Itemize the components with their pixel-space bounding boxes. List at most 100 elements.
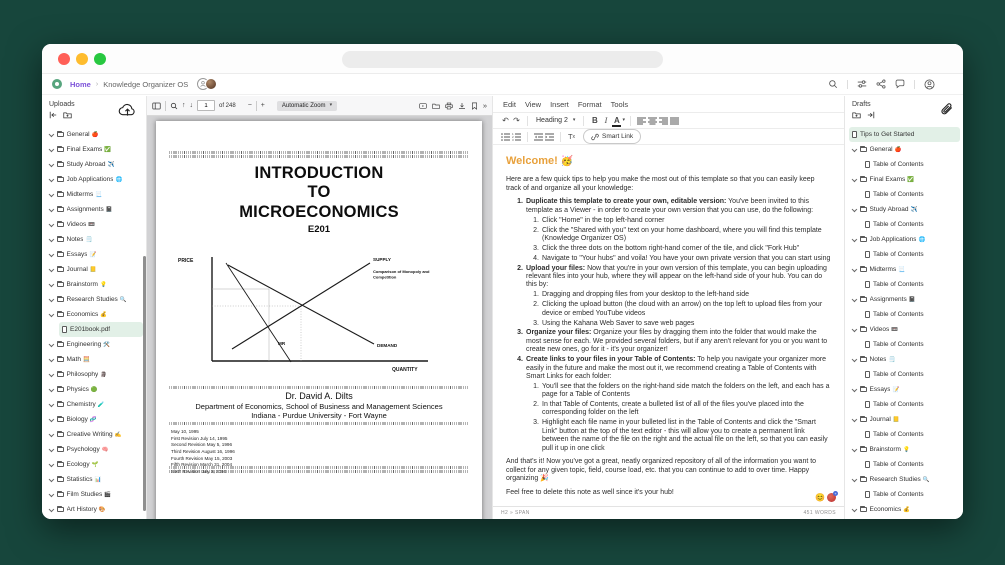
chevron-down-icon[interactable] [851,506,857,512]
menu-item[interactable]: Insert [550,100,569,109]
drafts-tree-item[interactable]: Brainstorm 💡 [849,442,960,457]
pdf-print-icon[interactable] [445,102,453,110]
chevron-down-icon[interactable] [48,341,54,347]
chevron-down-icon[interactable] [851,296,857,302]
comment-icon[interactable] [895,79,905,89]
pdf-more-tools-icon[interactable]: » [483,102,487,110]
pdf-stage[interactable]: INTRODUCTION TO MICROECONOMICS E201 PRIC… [147,116,492,519]
doc-block[interactable]: Feel free to delete this note as well si… [506,489,831,497]
avatar[interactable] [205,78,218,90]
pdf-zoom-in-icon[interactable]: + [261,102,265,109]
chevron-down-icon[interactable] [48,401,54,407]
pdf-page-input[interactable] [197,100,215,111]
doc-block[interactable]: 4. Create links to your files in your Ta… [506,356,831,381]
pdf-bookmark-icon[interactable] [471,102,478,110]
collapse-right-icon[interactable] [867,111,875,119]
uploads-tree-item[interactable]: Physics 🟢 [46,382,143,397]
uploads-tree-item[interactable]: Creative Writing ✍️ [46,427,143,442]
doc-block[interactable]: 3. Click the three dots on the bottom ri… [506,245,831,253]
drafts-tree-item[interactable]: Midterms 📃 [849,262,960,277]
bullet-list-icon[interactable] [500,131,511,143]
uploads-tree-item[interactable]: Math 🧮 [46,352,143,367]
uploads-tree-item[interactable]: Midterms 📃 [46,187,143,202]
chevron-down-icon[interactable] [48,506,54,512]
chevron-down-icon[interactable] [48,416,54,422]
align-center-icon[interactable] [647,115,658,127]
doc-block[interactable]: 1. You'll see that the folders on the ri… [506,383,831,400]
share-icon[interactable] [876,79,886,89]
pdf-sidebar-toggle-icon[interactable] [152,102,161,110]
text-color-icon[interactable]: A [611,115,622,127]
uploads-tree-item[interactable]: Job Applications 🌐 [46,172,143,187]
drafts-tree-item[interactable]: Table of Contents [862,457,960,472]
paperclip-icon[interactable] [939,102,954,117]
collapse-left-icon[interactable] [49,111,57,119]
align-justify-icon[interactable] [669,115,680,127]
drafts-tree-item[interactable]: Table of Contents [862,307,960,322]
chevron-down-icon[interactable] [851,386,857,392]
uploads-tree-item[interactable]: Chemistry 🧪 [46,397,143,412]
chevron-down-icon[interactable] [48,206,54,212]
menu-item[interactable]: Edit [503,100,516,109]
uploads-tree-item[interactable]: Journal 📒 [46,262,143,277]
align-left-icon[interactable] [636,115,647,127]
doc-block[interactable]: 1. Dragging and dropping files from your… [506,291,831,299]
doc-block[interactable]: 3. Highlight each file name in your bull… [506,419,831,453]
chevron-down-icon[interactable] [851,146,857,152]
doc-block[interactable]: 2. In that Table of Contents, create a b… [506,401,831,418]
uploads-tree-item[interactable]: Philosophy 🗿 [46,367,143,382]
doc-block[interactable]: 2. Clicking the upload button (the cloud… [506,301,831,318]
chevron-down-icon[interactable] [851,416,857,422]
drafts-tree-item[interactable]: General 🍎 [849,142,960,157]
drafts-tree-item[interactable]: Table of Contents [862,157,960,172]
outdent-icon[interactable] [533,131,544,143]
breadcrumb-home-link[interactable]: Home [70,80,91,89]
sliders-icon[interactable] [857,79,867,89]
chevron-down-icon[interactable] [48,236,54,242]
drafts-tree-item[interactable]: Research Studies 🔍 [849,472,960,487]
undo-icon[interactable]: ↶ [500,115,511,127]
heading-style-select[interactable]: Heading 2 ▾ [533,117,578,124]
uploads-tree-item[interactable]: Statistics 📊 [46,472,143,487]
clear-formatting-icon[interactable]: Tx [566,131,577,143]
upload-cloud-icon[interactable] [118,102,137,117]
chevron-down-icon[interactable] [851,476,857,482]
chevron-down-icon[interactable] [48,446,54,452]
doc-block[interactable]: 4. Navigate to "Your hubs" and voila! Yo… [506,255,831,263]
drafts-tree-item[interactable]: Table of Contents [862,427,960,442]
drafts-tree-item[interactable]: Study Abroad ✈️ [849,202,960,217]
uploads-tree-item[interactable]: E201book.pdf [59,322,143,337]
drafts-tree-item[interactable]: Job Applications 🌐 [849,232,960,247]
document-body[interactable]: Welcome! 🥳 Here are a few quick tips to … [493,146,844,505]
address-bar[interactable] [342,51,663,68]
chevron-down-icon[interactable] [851,266,857,272]
uploads-scrollbar[interactable] [143,256,146,511]
drafts-tree-item[interactable]: Essays 📝 [849,382,960,397]
doc-block[interactable]: 1. Duplicate this template to create you… [506,198,831,215]
maximize-window-button[interactable] [94,53,106,65]
drafts-tree-item[interactable]: Table of Contents [862,487,960,502]
indent-icon[interactable] [544,131,555,143]
uploads-tree-item[interactable]: Final Exams ✅ [46,142,143,157]
chevron-down-icon[interactable] [48,146,54,152]
pdf-download-icon[interactable] [458,102,466,110]
uploads-tree-item[interactable]: Economics 💰 [46,307,143,322]
doc-block[interactable]: And that's it! Now you've got a great, n… [506,458,831,483]
uploads-tree-item[interactable]: General 🍎 [46,127,143,142]
chevron-down-icon[interactable] [851,446,857,452]
doc-block[interactable]: 2. Upload your files: Now that you're in… [506,265,831,290]
chevron-down-icon[interactable] [48,311,54,317]
smart-link-button[interactable]: Smart Link [583,129,642,144]
numbered-list-icon[interactable]: 123 [511,131,522,143]
uploads-tree-item[interactable]: Assignments 📓 [46,202,143,217]
search-icon[interactable] [828,79,838,89]
chevron-down-icon[interactable] [48,161,54,167]
chevron-down-icon[interactable] [851,326,857,332]
drafts-tree-item[interactable]: Videos 📼 [849,322,960,337]
doc-block[interactable]: 2. Click the "Shared with you" text on y… [506,227,831,244]
chevron-down-icon[interactable] [48,371,54,377]
chevron-down-icon[interactable] [48,386,54,392]
uploads-tree-item[interactable]: Essays 📝 [46,247,143,262]
smiley-emoji[interactable]: 😊 [815,493,825,502]
chevron-down-icon[interactable]: ▾ [622,118,625,123]
